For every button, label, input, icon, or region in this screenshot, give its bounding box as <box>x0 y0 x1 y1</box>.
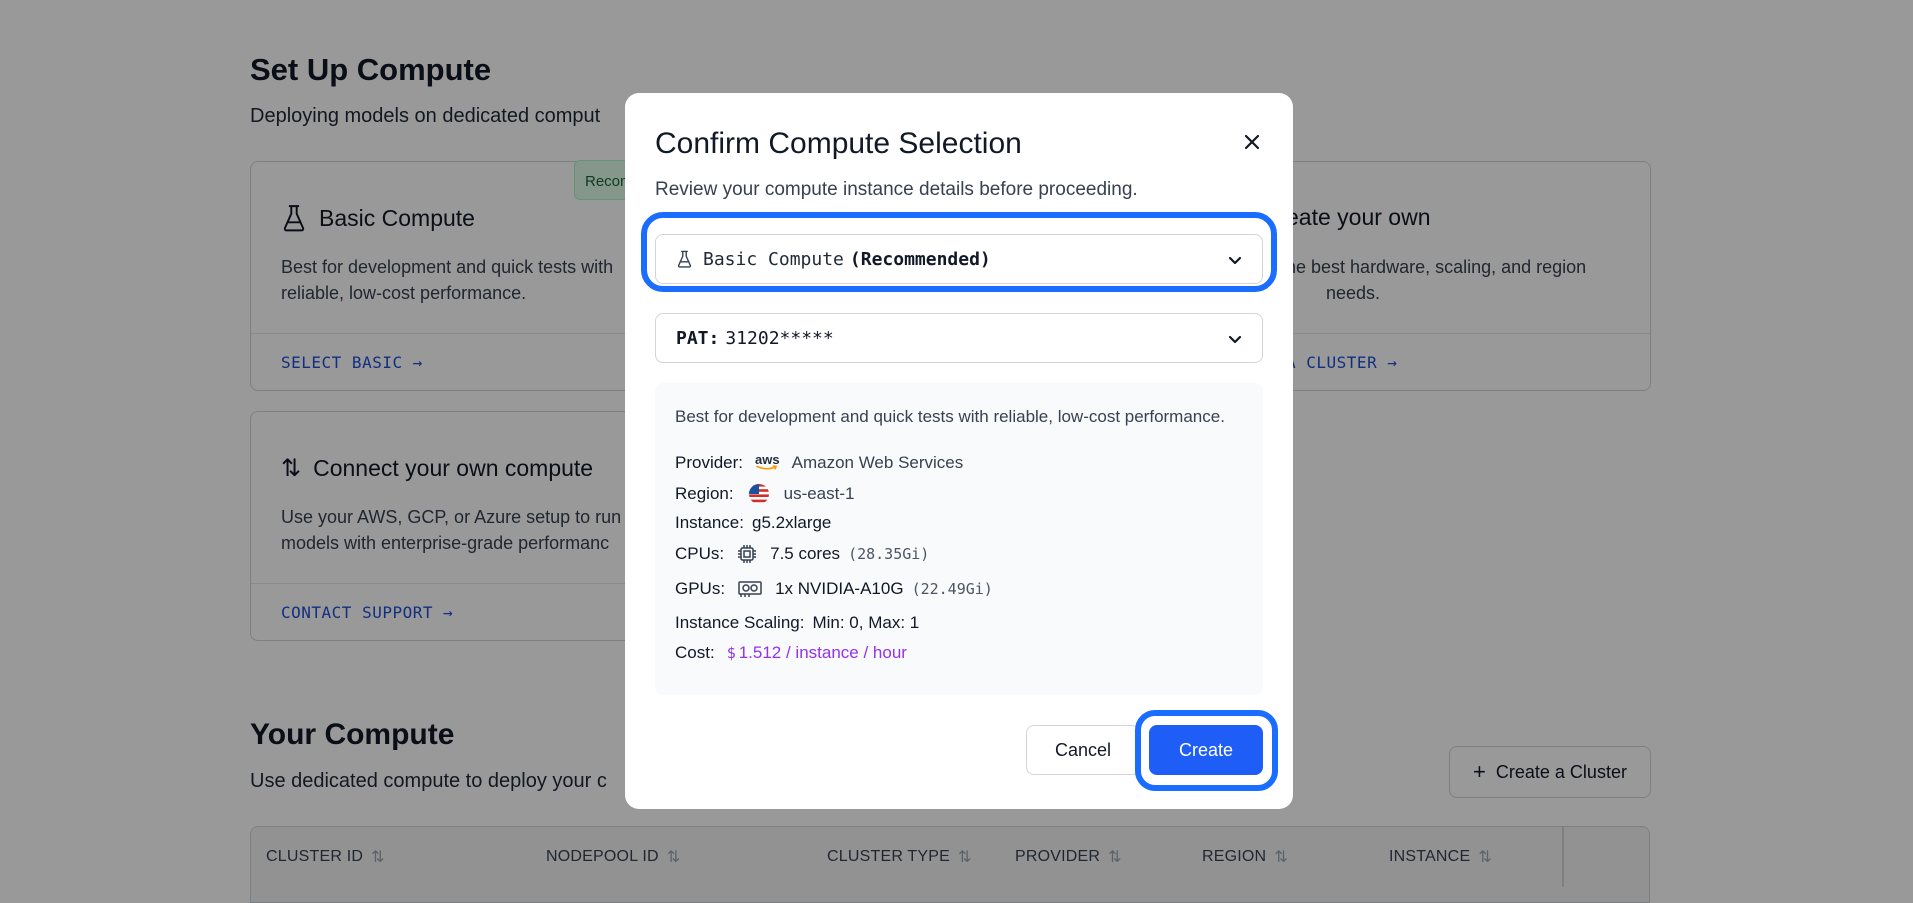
pat-value: 31202***** <box>725 327 834 349</box>
region-value: us-east-1 <box>783 484 855 503</box>
region-label: Region: <box>675 484 734 503</box>
gpu-card-icon <box>738 581 762 597</box>
gpus-memory: (22.49Gi) <box>911 580 993 598</box>
cancel-button[interactable]: Cancel <box>1026 725 1140 775</box>
cpus-label: CPUs: <box>675 544 725 563</box>
pat-label: PAT: <box>676 327 720 349</box>
cpus-memory: (28.35Gi) <box>848 545 930 563</box>
scaling-label: Instance Scaling: <box>675 613 805 632</box>
create-button[interactable]: Create <box>1149 725 1263 775</box>
compute-select-value: Basic Compute <box>703 248 844 270</box>
pat-select[interactable]: PAT: 31202***** <box>655 313 1263 363</box>
chevron-down-icon <box>1228 256 1242 265</box>
aws-logo-icon: aws <box>755 452 780 470</box>
cost-row: Cost: $ 1.512 / instance / hour <box>675 643 907 663</box>
provider-row: Provider: aws Amazon Web Services <box>675 453 963 473</box>
gpus-label: GPUs: <box>675 579 726 598</box>
compute-select-tag: (Recommended) <box>849 248 991 270</box>
instance-value: g5.2xlarge <box>752 513 832 532</box>
us-flag-icon <box>748 484 769 504</box>
instance-row: Instance: g5.2xlarge <box>675 513 831 533</box>
instance-label: Instance: <box>675 513 744 532</box>
cost-value: 1.512 / instance / hour <box>738 643 907 662</box>
gpus-row: GPUs: 1x NVIDIA-A10G (22.49Gi) <box>675 579 993 599</box>
gpus-value: 1x NVIDIA-A10G <box>775 579 904 598</box>
compute-details-panel: Best for development and quick tests wit… <box>655 383 1263 695</box>
provider-label: Provider: <box>675 453 744 472</box>
compute-type-select[interactable]: Basic Compute (Recommended) <box>655 234 1263 284</box>
modal-subtitle: Review your compute instance details bef… <box>655 179 1138 200</box>
close-icon <box>1244 134 1260 150</box>
cost-label: Cost: <box>675 643 715 662</box>
chevron-down-icon <box>1228 335 1242 344</box>
dollar-icon: $ <box>726 644 736 662</box>
flask-icon <box>677 250 692 268</box>
scaling-row: Instance Scaling: Min: 0, Max: 1 <box>675 613 919 633</box>
region-row: Region: us-east-1 <box>675 483 854 505</box>
provider-value: Amazon Web Services <box>791 453 964 472</box>
confirm-compute-modal: Confirm Compute Selection Review your co… <box>625 93 1293 809</box>
cpus-row: CPUs: 7.5 cores (28.35Gi) <box>675 543 929 565</box>
cpu-chip-icon <box>738 545 757 563</box>
details-description: Best for development and quick tests wit… <box>675 407 1225 426</box>
modal-title: Confirm Compute Selection <box>655 127 1022 160</box>
close-button[interactable] <box>1239 129 1265 155</box>
cpus-value: 7.5 cores <box>770 544 841 563</box>
scaling-value: Min: 0, Max: 1 <box>812 613 920 632</box>
